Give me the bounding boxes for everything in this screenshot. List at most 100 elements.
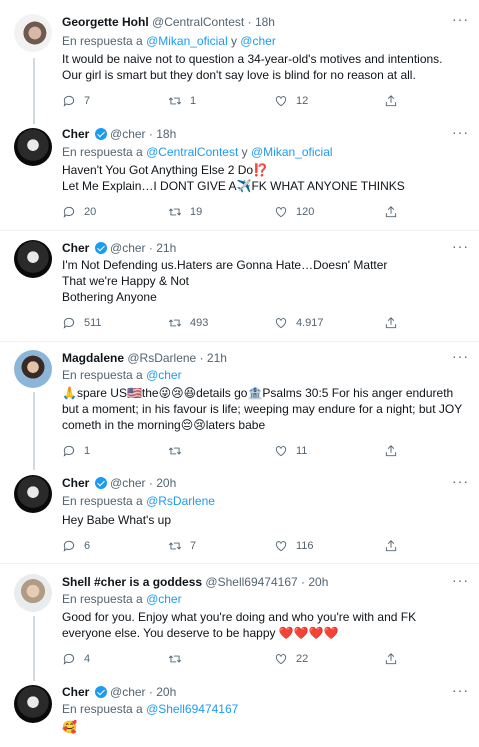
retweet-icon <box>168 447 182 455</box>
tweet-header: Shell #cher is a goddess @Shell69474167 … <box>62 575 329 589</box>
tweet-time[interactable]: 21h <box>207 351 227 365</box>
retweet-icon <box>168 208 182 216</box>
mention-link[interactable]: @CentralContest <box>146 145 238 159</box>
tweet-header: Magdalene @RsDarlene · 21h <box>62 351 227 365</box>
author-handle[interactable]: @cher <box>110 476 146 490</box>
retweet-button[interactable]: 19 <box>168 204 202 220</box>
author-name[interactable]: Georgette Hohl <box>62 15 149 29</box>
mention-link[interactable]: @RsDarlene <box>146 494 215 508</box>
reply-button[interactable]: 6 <box>62 538 90 554</box>
tweet-cher-3[interactable]: Cher @cher · 20h ··· En respuesta a @RsD… <box>0 465 479 563</box>
author-handle[interactable]: @CentralContest <box>152 15 244 29</box>
reply-context: En respuesta a @RsDarlene <box>62 494 215 508</box>
share-button[interactable] <box>384 443 406 459</box>
more-icon[interactable]: ··· <box>452 474 469 488</box>
author-handle[interactable]: @cher <box>110 685 146 699</box>
avatar[interactable] <box>14 128 52 166</box>
avatar[interactable] <box>14 685 52 723</box>
like-button[interactable]: 22 <box>274 651 308 667</box>
author-handle[interactable]: @RsDarlene <box>127 351 196 365</box>
share-button[interactable] <box>384 315 406 331</box>
reply-button[interactable]: 1 <box>62 443 90 459</box>
more-icon[interactable]: ··· <box>452 125 469 139</box>
tweet-cher-1[interactable]: Cher @cher · 18h ··· En respuesta a @Cen… <box>0 120 479 230</box>
heart-icon <box>275 318 287 329</box>
avatar[interactable] <box>14 350 52 388</box>
retweet-button[interactable] <box>168 651 190 667</box>
tweet-actions: 7 1 12 <box>62 93 412 109</box>
tweet-cher-4[interactable]: Cher @cher · 20h ··· En respuesta a @She… <box>0 676 479 747</box>
tweet-magdalene[interactable]: Magdalene @RsDarlene · 21h ··· En respue… <box>0 342 479 470</box>
author-handle[interactable]: @Shell69474167 <box>205 575 297 589</box>
reply-button[interactable]: 511 <box>62 315 102 331</box>
tweet-actions: 6 7 116 <box>62 538 412 554</box>
reply-icon <box>63 95 75 107</box>
reply-icon <box>63 540 75 552</box>
tweet-header: Cher @cher · 18h <box>62 127 177 141</box>
author-name[interactable]: Magdalene <box>62 351 124 365</box>
share-button[interactable] <box>384 204 406 220</box>
tweet-georgette[interactable]: Georgette Hohl @CentralContest · 18h ···… <box>0 0 479 124</box>
share-icon <box>385 540 397 552</box>
share-button[interactable] <box>384 93 406 109</box>
tweet-time[interactable]: 20h <box>308 575 328 589</box>
avatar[interactable] <box>14 574 52 612</box>
verified-badge-icon <box>94 477 107 489</box>
tweet-time[interactable]: 21h <box>156 241 176 255</box>
author-name[interactable]: Shell #cher is a goddess <box>62 575 202 589</box>
like-button[interactable]: 120 <box>274 204 314 220</box>
retweet-button[interactable]: 1 <box>168 93 196 109</box>
author-handle[interactable]: @cher <box>110 241 146 255</box>
author-handle[interactable]: @cher <box>110 127 146 141</box>
share-icon <box>385 445 397 457</box>
author-name[interactable]: Cher <box>62 476 89 490</box>
like-button[interactable]: 116 <box>274 538 314 554</box>
retweet-icon <box>168 542 182 550</box>
mention-link[interactable]: @Shell69474167 <box>146 702 238 716</box>
tweet-time[interactable]: 20h <box>156 476 176 490</box>
tweet-time[interactable]: 20h <box>156 685 176 699</box>
tweet-header: Cher @cher · 21h <box>62 241 177 255</box>
avatar[interactable] <box>14 240 52 278</box>
retweet-button[interactable] <box>168 443 190 459</box>
tweet-shell[interactable]: Shell #cher is a goddess @Shell69474167 … <box>0 564 479 681</box>
like-button[interactable]: 4.917 <box>274 315 324 331</box>
more-icon[interactable]: ··· <box>452 683 469 697</box>
more-icon[interactable]: ··· <box>452 12 469 26</box>
mention-link[interactable]: @Mikan_oficial <box>251 145 333 159</box>
retweet-button[interactable]: 7 <box>168 538 196 554</box>
reply-context: En respuesta a @cher <box>62 592 182 606</box>
reply-context: En respuesta a @CentralContest y @Mikan_… <box>62 145 333 159</box>
reply-icon <box>63 445 75 457</box>
tweet-text: I'm Not Defending us.Haters are Gonna Ha… <box>62 258 388 304</box>
reply-context: En respuesta a @Shell69474167 <box>62 702 239 716</box>
mention-link[interactable]: @cher <box>240 34 276 48</box>
reply-context: En respuesta a @Mikan_oficial y @cher <box>62 34 276 48</box>
mention-link[interactable]: @cher <box>146 592 182 606</box>
tweet-time[interactable]: 18h <box>156 127 176 141</box>
thread-line <box>33 392 35 470</box>
author-name[interactable]: Cher <box>62 685 89 699</box>
reply-button[interactable]: 7 <box>62 93 90 109</box>
more-icon[interactable]: ··· <box>452 349 469 363</box>
avatar[interactable] <box>14 14 52 52</box>
more-icon[interactable]: ··· <box>452 573 469 587</box>
like-button[interactable]: 12 <box>274 93 308 109</box>
more-icon[interactable]: ··· <box>452 239 469 253</box>
tweet-text: It would be naive not to question a 34-y… <box>62 52 443 82</box>
retweet-button[interactable]: 493 <box>168 315 208 331</box>
avatar[interactable] <box>14 475 52 513</box>
mention-link[interactable]: @cher <box>146 368 182 382</box>
share-button[interactable] <box>384 538 406 554</box>
reply-button[interactable]: 4 <box>62 651 90 667</box>
reply-button[interactable]: 20 <box>62 204 96 220</box>
share-icon <box>385 317 397 329</box>
tweet-time[interactable]: 18h <box>255 15 275 29</box>
heart-icon <box>275 541 287 552</box>
mention-link[interactable]: @Mikan_oficial <box>146 34 228 48</box>
author-name[interactable]: Cher <box>62 127 89 141</box>
tweet-cher-2[interactable]: Cher @cher · 21h ··· I'm Not Defending u… <box>0 231 479 341</box>
share-button[interactable] <box>384 651 406 667</box>
author-name[interactable]: Cher <box>62 241 89 255</box>
like-button[interactable]: 11 <box>274 443 307 459</box>
